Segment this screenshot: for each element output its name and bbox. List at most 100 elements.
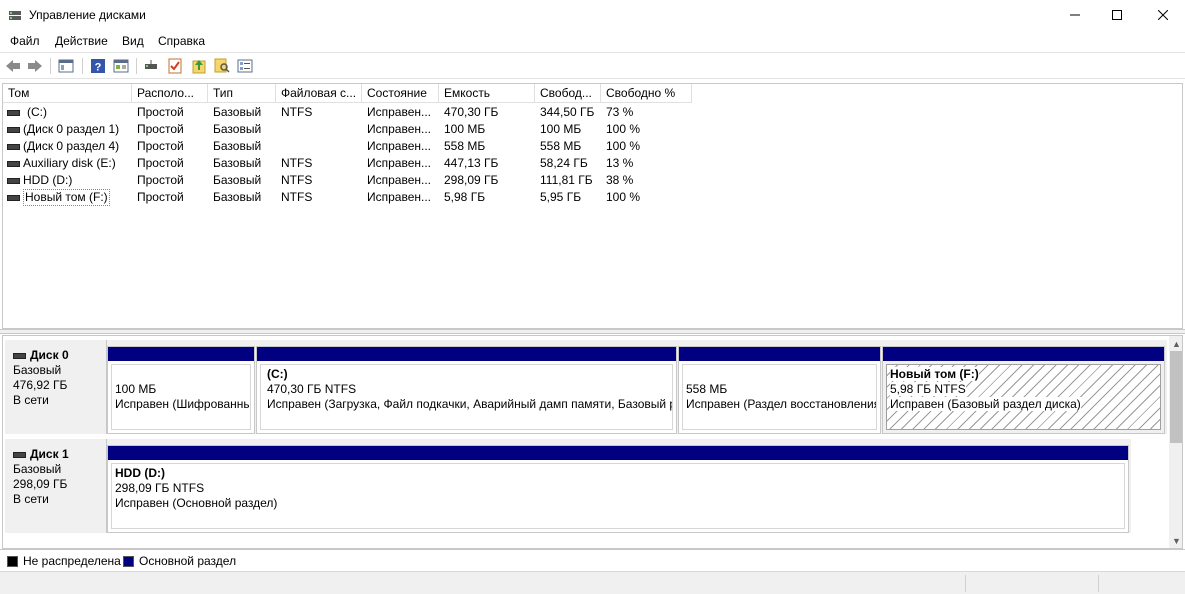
volume-status: Исправен... — [367, 173, 432, 187]
volume-capacity: 5,98 ГБ — [444, 190, 486, 204]
menu-view[interactable]: Вид — [122, 34, 144, 48]
toolbar-separator — [50, 58, 51, 74]
volume-status: Исправен... — [367, 156, 432, 170]
partition-efi[interactable]: 100 МБ Исправен (Шифрованный (EFI) систе… — [107, 346, 255, 434]
console-tree-icon[interactable] — [58, 58, 74, 74]
volume-name: Auxiliary disk (E:) — [23, 156, 116, 170]
partition-c[interactable]: (C:) 470,30 ГБ NTFS Исправен (Загрузка, … — [256, 346, 677, 434]
partition-status-row: Исправен (Базовый раздел диска) — [890, 397, 1157, 412]
pane-splitter[interactable] — [0, 329, 1185, 334]
volume-capacity: 447,13 ГБ — [444, 156, 499, 170]
help-icon[interactable]: ? — [90, 58, 106, 74]
disk-1-type: Базовый — [13, 462, 62, 476]
disk-1-name: Диск 1 — [30, 447, 69, 461]
scroll-thumb[interactable] — [1170, 351, 1182, 443]
search-icon[interactable] — [214, 58, 230, 74]
disk-1-partitions: HDD (D:) 298,09 ГБ NTFS Исправен (Основн… — [107, 439, 1131, 533]
column-header-volume[interactable]: Том — [3, 84, 132, 103]
column-header-free-percent[interactable]: Свободно % — [601, 84, 692, 103]
volume-list: Том Располо... Тип Файловая с... Состоян… — [2, 83, 1183, 329]
partition-d[interactable]: HDD (D:) 298,09 ГБ NTFS Исправен (Основн… — [107, 445, 1129, 533]
column-header-capacity[interactable]: Емкость — [439, 84, 535, 103]
drive-icon — [7, 127, 20, 133]
menu-file[interactable]: Файл — [10, 34, 40, 48]
partition-name: HDD (D:) — [115, 466, 165, 480]
disk-1-name-row: Диск 1 — [13, 447, 106, 462]
scroll-down-icon[interactable]: ▼ — [1169, 533, 1182, 548]
disk-1-size: 298,09 ГБ — [13, 477, 68, 491]
minimize-button[interactable] — [1052, 0, 1098, 30]
toolbar: ? — [0, 52, 1185, 79]
disk-0-name: Диск 0 — [30, 348, 69, 362]
volume-row[interactable]: HDD (D:) Простой Базовый NTFS Исправен..… — [3, 172, 703, 189]
forward-arrow-icon[interactable] — [27, 58, 43, 74]
legend-unallocated: Не распределена — [7, 554, 121, 568]
partition-name: Новый том (F:) — [890, 367, 1157, 382]
legend-label: Основной раздел — [139, 554, 237, 568]
back-arrow-icon[interactable] — [5, 58, 21, 74]
disk-0-size: 476,92 ГБ — [13, 378, 68, 392]
volume-capacity: 558 МБ — [444, 139, 486, 153]
volume-type: Базовый — [213, 190, 262, 204]
volume-fs: NTFS — [281, 173, 313, 187]
column-header-filesystem[interactable]: Файловая с... — [276, 84, 362, 103]
partition-bar — [883, 347, 1164, 361]
properties-icon[interactable] — [113, 58, 129, 74]
partition-size: 470,30 ГБ NTFS — [267, 382, 357, 396]
disk-management-icon — [9, 11, 21, 20]
volume-free: 5,95 ГБ — [540, 190, 582, 204]
vertical-scrollbar[interactable]: ▲ ▼ — [1169, 336, 1182, 548]
legend-swatch-unallocated — [7, 555, 18, 567]
partition-size: 558 МБ — [686, 382, 728, 396]
volume-free: 344,50 ГБ — [540, 105, 595, 119]
disk-0-state: В сети — [13, 393, 49, 407]
check-icon[interactable] — [167, 58, 183, 74]
volume-fs: NTFS — [281, 190, 313, 204]
partition-size-row: 5,98 ГБ NTFS — [890, 382, 1157, 397]
volume-type: Базовый — [213, 156, 262, 170]
menu-help[interactable]: Справка — [158, 34, 205, 48]
legend-label: Не распределена — [23, 554, 121, 568]
partition-info: Новый том (F:) 5,98 ГБ NTFS Исправен (Ба… — [886, 364, 1161, 430]
disk-1-label[interactable]: Диск 1 Базовый 298,09 ГБ В сети — [5, 439, 107, 533]
drive-icon — [7, 110, 20, 116]
list-view-icon[interactable] — [237, 58, 253, 74]
column-header-free[interactable]: Свобод... — [535, 84, 601, 103]
svg-text:?: ? — [95, 62, 102, 74]
volume-layout: Простой — [137, 105, 184, 119]
maximize-button[interactable] — [1094, 0, 1140, 30]
volume-layout: Простой — [137, 122, 184, 136]
drive-icon — [7, 161, 20, 167]
disk-icon — [13, 451, 26, 458]
volume-name: (C:) — [27, 105, 47, 119]
volume-free: 100 МБ — [540, 122, 582, 136]
status-divider — [1098, 575, 1099, 592]
scroll-up-icon[interactable]: ▲ — [1169, 336, 1182, 351]
volume-row[interactable]: (C:) Простой Базовый NTFS Исправен... 47… — [3, 104, 703, 121]
disk-0-label[interactable]: Диск 0 Базовый 476,92 ГБ В сети — [5, 340, 107, 434]
disk-0-partitions: 100 МБ Исправен (Шифрованный (EFI) систе… — [107, 340, 1167, 434]
volume-row[interactable]: (Диск 0 раздел 1) Простой Базовый Исправ… — [3, 121, 703, 138]
partition-f[interactable]: Новый том (F:) 5,98 ГБ NTFS Исправен (Ба… — [882, 346, 1165, 434]
close-button[interactable] — [1140, 0, 1185, 30]
partition-status: Исправен (Загрузка, Файл подкачки, Авари… — [267, 397, 673, 411]
menu-action[interactable]: Действие — [55, 34, 108, 48]
status-bar — [0, 571, 1185, 594]
partition-recovery[interactable]: 558 МБ Исправен (Раздел восстановления) — [678, 346, 881, 434]
disk-0-type: Базовый — [13, 363, 62, 377]
volume-row[interactable]: (Диск 0 раздел 4) Простой Базовый Исправ… — [3, 138, 703, 155]
volume-type: Базовый — [213, 139, 262, 153]
column-header-layout[interactable]: Располо... — [132, 84, 208, 103]
upload-icon[interactable] — [191, 58, 207, 74]
connect-disk-icon[interactable] — [143, 58, 159, 74]
toolbar-separator — [136, 58, 137, 74]
volume-row[interactable]: Auxiliary disk (E:) Простой Базовый NTFS… — [3, 155, 703, 172]
volume-row[interactable]: Новый том (F:) Простой Базовый NTFS Испр… — [3, 189, 703, 206]
volume-free-percent: 38 % — [606, 173, 634, 187]
column-header-type[interactable]: Тип — [208, 84, 276, 103]
column-header-status[interactable]: Состояние — [362, 84, 439, 103]
partition-status: Исправен (Основной раздел) — [115, 496, 278, 510]
partition-info: (C:) 470,30 ГБ NTFS Исправен (Загрузка, … — [260, 364, 673, 430]
close-icon — [1158, 10, 1168, 20]
window-title: Управление дисками — [29, 8, 146, 22]
